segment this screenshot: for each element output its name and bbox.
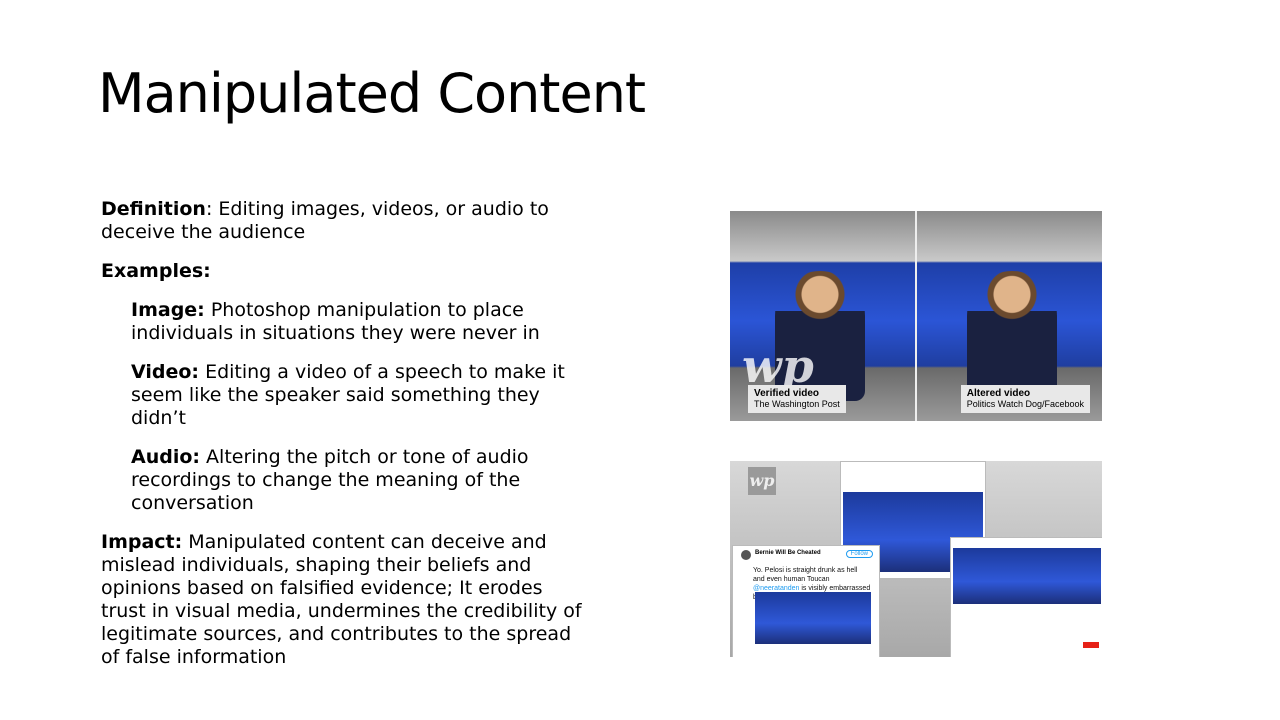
slide-title: Manipulated Content: [98, 62, 646, 125]
youtube-video-thumbnail: [953, 548, 1101, 604]
tweet-mention: @neeratanden: [753, 585, 800, 592]
verified-caption: Verified video The Washington Post: [748, 385, 846, 413]
altered-caption-source: Politics Watch Dog/Facebook: [966, 399, 1084, 409]
verified-caption-source: The Washington Post: [754, 399, 840, 409]
example-video-label: Video:: [131, 361, 200, 383]
tweet-video-thumbnail: [755, 592, 871, 644]
example-image: Image: Photoshop manipulation to place i…: [131, 299, 591, 345]
tweet-panel: Bernie Will Be Cheated Follow Yo. Pelosi…: [732, 545, 880, 657]
slide-body: Definition: Editing images, videos, or a…: [101, 198, 591, 685]
impact-label: Impact:: [101, 531, 183, 553]
altered-caption: Altered video Politics Watch Dog/Faceboo…: [960, 385, 1090, 413]
examples-heading: Examples:: [101, 260, 211, 282]
tweet-author: Bernie Will Be Cheated: [755, 550, 821, 556]
tweet-text-start: Yo. Pelosi is straight drunk as hell and…: [753, 567, 858, 583]
definition-paragraph: Definition: Editing images, videos, or a…: [101, 198, 591, 244]
example-audio-label: Audio:: [131, 446, 200, 468]
definition-label: Definition: [101, 198, 206, 220]
verified-video-frame: wp Verified video The Washington Post: [730, 211, 915, 421]
social-media-collage-image: wp Bernie Will Be Cheated Follow Yo. Pel…: [730, 461, 1102, 657]
altered-caption-title: Altered video: [966, 388, 1031, 399]
follow-button: Follow: [845, 550, 873, 558]
altered-video-frame: Altered video Politics Watch Dog/Faceboo…: [917, 211, 1102, 421]
washington-post-logo: wp: [748, 467, 776, 495]
example-audio: Audio: Altering the pitch or tone of aud…: [131, 446, 591, 515]
verified-vs-altered-image: wp Verified video The Washington Post Al…: [730, 211, 1102, 421]
speaker-figure: [967, 271, 1057, 401]
example-image-label: Image:: [131, 299, 205, 321]
impact-paragraph: Impact: Manipulated content can deceive …: [101, 531, 591, 669]
avatar: [741, 550, 751, 560]
example-video: Video: Editing a video of a speech to ma…: [131, 361, 591, 430]
subscribe-button: [1083, 642, 1099, 648]
youtube-panel: [950, 537, 1102, 657]
verified-caption-title: Verified video: [754, 388, 820, 399]
